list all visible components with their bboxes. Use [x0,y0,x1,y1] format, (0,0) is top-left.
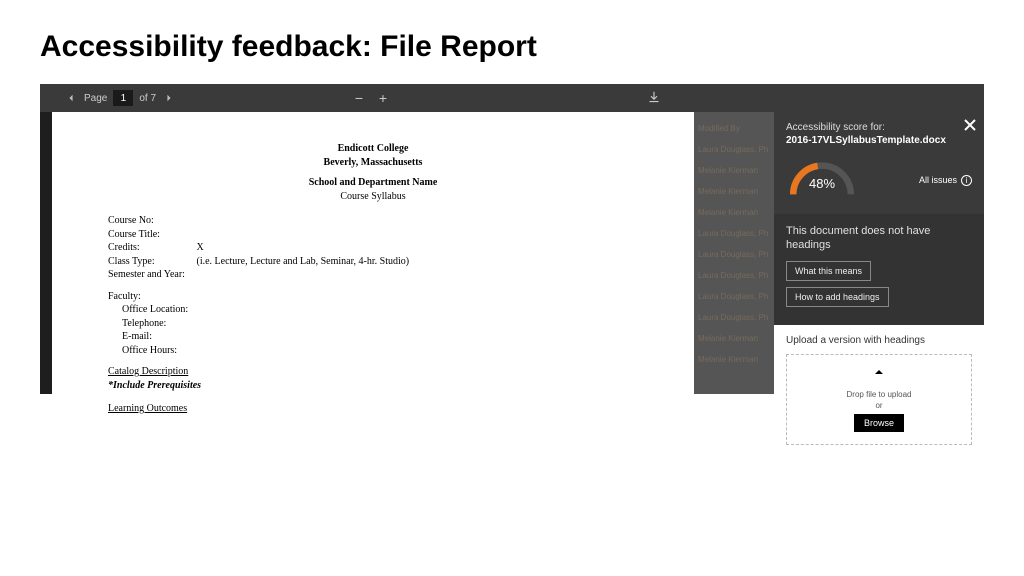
document-page: Endicott College Beverly, Massachusetts … [52,112,694,394]
field-telephone: Telephone: [122,318,166,329]
doc-header-college: Endicott College [108,142,638,156]
field-semester: Semester and Year: [108,268,185,282]
page-of-label: of 7 [139,93,156,104]
doc-header-location: Beverly, Massachusetts [108,156,638,170]
zoom-out-button[interactable]: − [352,90,366,106]
score-gauge: 48% [786,158,858,202]
prev-page-button[interactable] [64,91,78,105]
viewer-toolbar: Page of 7 − + [40,84,984,112]
issue-box: This document does not have headings Wha… [774,214,984,325]
dim-row: Laura Douglass, Ph [694,139,774,160]
accessibility-panel: Accessibility score for: 2016-17VLSyllab… [774,112,984,394]
viewer-left-edge [40,112,52,394]
field-prereq: *Include Prerequisites [108,380,201,391]
field-office-location: Office Location: [122,304,188,315]
dim-row: Laura Douglass, Ph [694,265,774,286]
dim-row: Laura Douglass, Ph [694,286,774,307]
or-text: or [795,401,963,410]
field-faculty: Faculty: [108,290,141,304]
document-viewer: Page of 7 − + Endicott College Beverly, … [40,84,984,394]
issue-title: This document does not have headings [786,224,972,253]
page-number-input[interactable] [113,90,133,106]
field-class-type-value: (i.e. Lecture, Lecture and Lab, Seminar,… [197,256,410,267]
file-name: 2016-17VLSyllabusTemplate.docx [786,135,972,146]
dim-row: Melanie Kierman [694,349,774,370]
dim-row: Melanie Kierman [694,160,774,181]
dim-row: Modified By [694,118,774,139]
drop-text: Drop file to upload [795,390,963,399]
download-button[interactable] [648,91,660,106]
doc-header-syllabus: Course Syllabus [108,190,638,204]
dim-row: Melanie Kierman [694,181,774,202]
page-title: Accessibility feedback: File Report [40,30,984,64]
field-catalog: Catalog Description [108,366,188,377]
dim-row: Melanie Kierman [694,202,774,223]
upload-section: Upload a version with headings Drop file… [774,325,984,455]
drop-zone[interactable]: Drop file to upload or Browse [786,354,972,445]
doc-header-dept: School and Department Name [108,176,638,190]
field-class-type-label: Class Type: [108,255,194,269]
page-label: Page [84,93,107,104]
browse-button[interactable]: Browse [854,414,904,432]
how-to-add-headings-button[interactable]: How to add headings [786,287,889,307]
upload-label: Upload a version with headings [786,335,972,346]
next-page-button[interactable] [162,91,176,105]
field-credits-value: X [197,242,204,253]
what-this-means-button[interactable]: What this means [786,261,871,281]
zoom-in-button[interactable]: + [376,90,390,106]
field-email: E-mail: [122,331,152,342]
score-percent: 48% [786,176,858,191]
score-for-label: Accessibility score for: [786,122,972,133]
dim-row: Laura Douglass, Ph [694,244,774,265]
field-course-no: Course No: [108,214,154,228]
field-credits-label: Credits: [108,241,194,255]
dim-row: Laura Douglass, Ph [694,223,774,244]
field-course-title: Course Title: [108,228,160,242]
all-issues-link[interactable]: All issues i [919,175,972,186]
background-column: Modified By Laura Douglass, Ph Melanie K… [694,112,774,394]
upload-icon [795,367,963,388]
close-button[interactable] [964,118,976,136]
dim-row: Laura Douglass, Ph [694,307,774,328]
field-office-hours: Office Hours: [122,345,177,356]
field-outcomes: Learning Outcomes [108,403,187,414]
info-icon: i [961,175,972,186]
dim-row: Melanie Kierman [694,328,774,349]
